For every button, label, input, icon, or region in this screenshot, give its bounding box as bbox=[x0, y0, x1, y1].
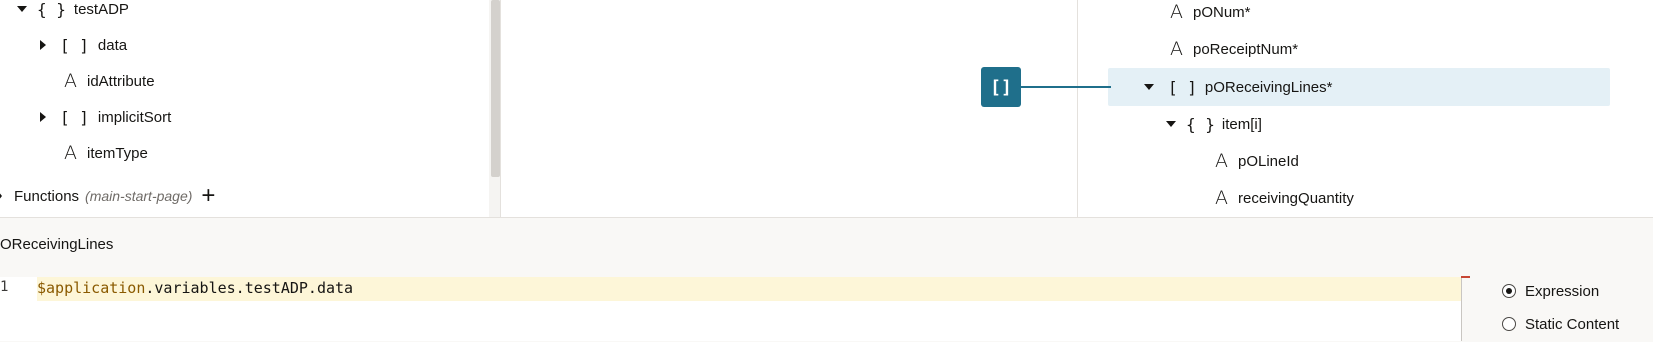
code-line[interactable]: $application.variables.testADP.data bbox=[37, 279, 353, 297]
string-type-icon: A bbox=[64, 142, 77, 164]
static-content-radio[interactable] bbox=[1502, 317, 1516, 331]
tree-item-label: itemType bbox=[87, 144, 148, 162]
scrollbar-thumb[interactable] bbox=[491, 0, 500, 177]
field-title: OReceivingLines bbox=[0, 236, 114, 253]
line-number: 1 bbox=[0, 279, 9, 295]
code-path-token: .variables.testADP.data bbox=[145, 279, 354, 297]
array-mapping-badge[interactable]: [] bbox=[981, 67, 1021, 107]
string-type-icon: A bbox=[64, 70, 77, 92]
array-icon: [ ] bbox=[60, 107, 89, 127]
tree-item-data[interactable]: [ ] data bbox=[40, 27, 127, 63]
add-icon[interactable]: + bbox=[201, 184, 215, 208]
mapping-connector-line bbox=[1021, 86, 1111, 88]
mapping-canvas bbox=[500, 0, 1077, 217]
string-type-icon: A bbox=[1170, 1, 1183, 23]
tree-item-label: pOReceivingLines* bbox=[1204, 78, 1333, 96]
array-icon: [ ] bbox=[1168, 77, 1197, 97]
tree-item-label: poReceiptNum* bbox=[1193, 40, 1299, 58]
tree-item-poreceivinglines[interactable]: [ ] pOReceivingLines* bbox=[1144, 69, 1332, 105]
array-badge-icon: [] bbox=[990, 76, 1012, 98]
tree-item-itemtype[interactable]: A itemType bbox=[64, 135, 148, 171]
string-type-icon: A bbox=[1215, 150, 1228, 172]
functions-row[interactable]: Functions (main-start-page) + bbox=[0, 178, 215, 214]
tree-item-polineid[interactable]: A pOLineId bbox=[1215, 143, 1299, 179]
expand-arrow-icon[interactable] bbox=[1166, 121, 1176, 127]
target-tree-pane bbox=[1077, 0, 1653, 217]
tree-item-label: implicitSort bbox=[97, 108, 172, 126]
tree-item-receivingquantity[interactable]: A receivingQuantity bbox=[1215, 180, 1354, 216]
collapse-arrow-icon[interactable] bbox=[40, 40, 46, 50]
tree-item-label: pOLineId bbox=[1238, 152, 1299, 170]
error-marker bbox=[1461, 276, 1470, 278]
expression-radio[interactable] bbox=[1502, 284, 1516, 298]
expression-radio-label[interactable]: Expression bbox=[1525, 283, 1599, 300]
string-type-icon: A bbox=[1215, 187, 1228, 209]
tree-item-label: data bbox=[97, 36, 128, 54]
static-content-radio-label[interactable]: Static Content bbox=[1525, 316, 1619, 333]
tree-item-item[interactable]: { } item[i] bbox=[1166, 106, 1262, 142]
tree-item-implicitsort[interactable]: [ ] implicitSort bbox=[40, 99, 171, 135]
tree-item-label: idAttribute bbox=[87, 72, 155, 90]
tree-item-idattribute[interactable]: A idAttribute bbox=[64, 63, 155, 99]
expand-arrow-icon[interactable] bbox=[17, 6, 27, 12]
collapse-arrow-icon[interactable] bbox=[0, 191, 2, 201]
string-type-icon: A bbox=[1170, 38, 1183, 60]
code-variable-token: $application bbox=[37, 279, 146, 297]
functions-label: Functions bbox=[14, 187, 80, 205]
array-icon: [ ] bbox=[60, 35, 89, 55]
tree-item-ponum[interactable]: A pONum* bbox=[1170, 0, 1251, 30]
object-icon: { } bbox=[1186, 114, 1215, 134]
editor-divider bbox=[1461, 277, 1462, 341]
tree-item-testadp[interactable]: { } testADP bbox=[17, 0, 129, 27]
tree-item-label: testADP bbox=[73, 0, 129, 18]
tree-item-label: item[i] bbox=[1221, 115, 1262, 133]
tree-item-label: receivingQuantity bbox=[1238, 189, 1354, 207]
collapse-arrow-icon[interactable] bbox=[40, 112, 46, 122]
tree-item-label: pONum* bbox=[1193, 3, 1251, 21]
source-tree-pane: { } testADP [ ] data A idAttribute [ ] i… bbox=[0, 0, 500, 217]
functions-context: (main-start-page) bbox=[85, 188, 193, 204]
tree-item-poreceiptnum[interactable]: A poReceiptNum* bbox=[1170, 31, 1298, 67]
object-icon: { } bbox=[37, 0, 66, 19]
expand-arrow-icon[interactable] bbox=[1144, 84, 1154, 90]
